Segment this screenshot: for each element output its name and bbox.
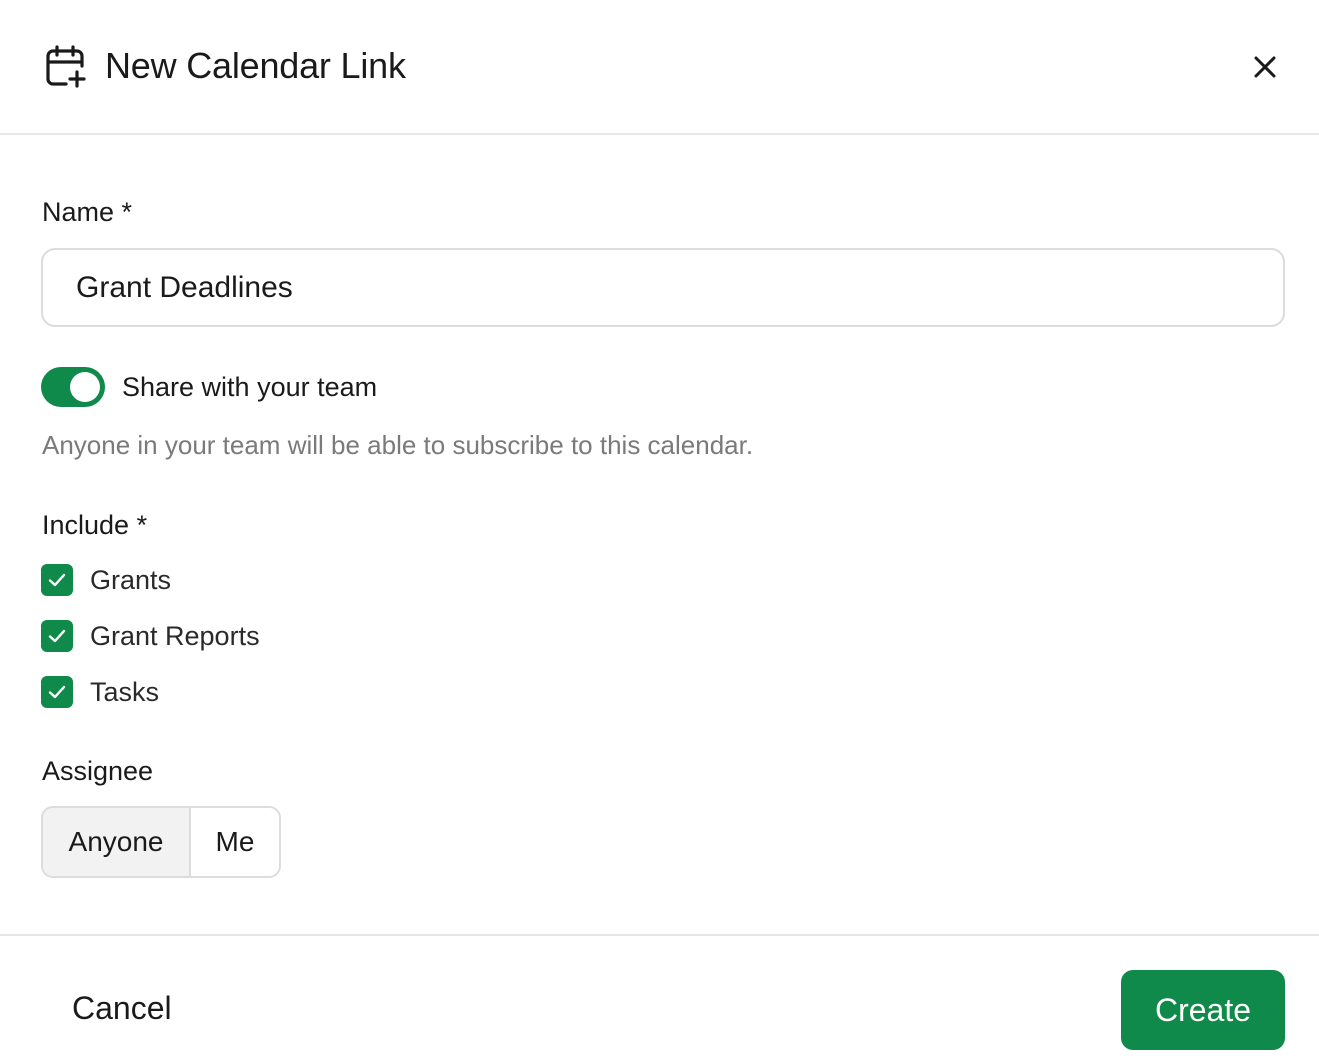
dialog-header: New Calendar Link bbox=[0, 0, 1319, 135]
share-label: Share with your team bbox=[122, 372, 378, 402]
include-option-label: Grant Reports bbox=[90, 621, 260, 651]
include-grants-checkbox[interactable]: Grants bbox=[41, 563, 171, 597]
checkmark-icon bbox=[48, 573, 66, 587]
assignee-option-me[interactable]: Me bbox=[191, 808, 279, 876]
share-help-text: Anyone in your team will be able to subs… bbox=[42, 430, 754, 460]
share-toggle[interactable] bbox=[41, 367, 105, 407]
close-button[interactable] bbox=[1246, 48, 1284, 86]
checkmark-icon bbox=[48, 629, 66, 643]
include-label: Include * bbox=[42, 510, 148, 540]
create-button[interactable]: Create bbox=[1121, 970, 1285, 1050]
include-option-label: Tasks bbox=[90, 677, 160, 707]
calendar-plus-icon bbox=[46, 45, 86, 88]
cancel-button[interactable]: Cancel bbox=[72, 988, 172, 1028]
dialog-title: New Calendar Link bbox=[105, 45, 406, 86]
checkbox-checked[interactable] bbox=[41, 564, 73, 596]
checkbox-checked[interactable] bbox=[41, 676, 73, 708]
dialog-footer: Cancel Create bbox=[0, 934, 1319, 1063]
include-tasks-checkbox[interactable]: Tasks bbox=[41, 675, 159, 709]
assignee-segmented-control: Anyone Me bbox=[41, 806, 281, 878]
assignee-label: Assignee bbox=[42, 756, 154, 786]
toggle-knob bbox=[70, 372, 100, 402]
checkmark-icon bbox=[48, 685, 66, 699]
assignee-option-anyone[interactable]: Anyone bbox=[43, 808, 191, 876]
close-icon bbox=[1254, 56, 1276, 78]
checkbox-checked[interactable] bbox=[41, 620, 73, 652]
include-grant-reports-checkbox[interactable]: Grant Reports bbox=[41, 619, 260, 653]
new-calendar-link-dialog: New Calendar Link Name * Share with your… bbox=[0, 0, 1319, 1063]
name-input[interactable] bbox=[41, 248, 1285, 327]
include-option-label: Grants bbox=[90, 565, 172, 595]
name-label: Name * bbox=[42, 197, 133, 227]
